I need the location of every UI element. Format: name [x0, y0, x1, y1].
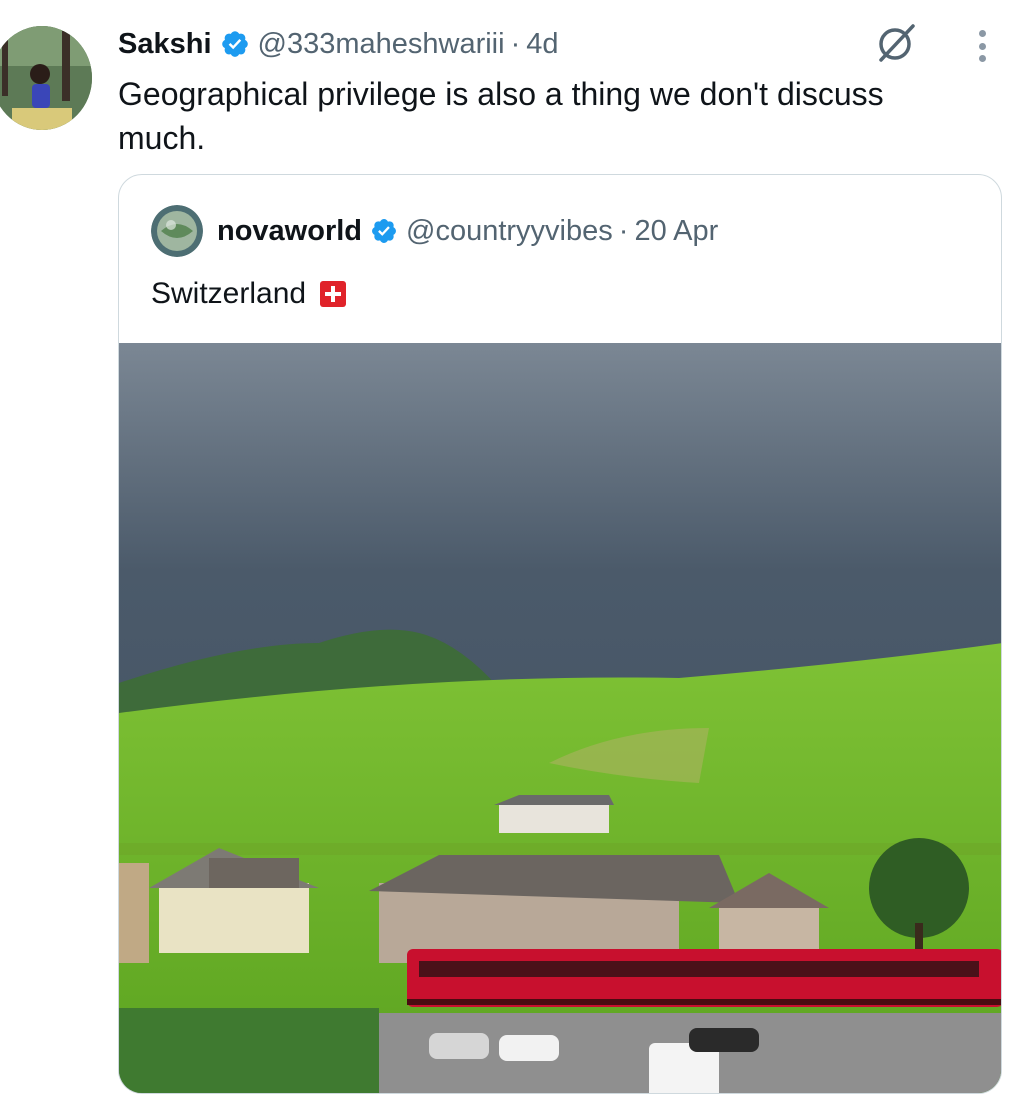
- quoted-timestamp[interactable]: 20 Apr: [634, 215, 718, 248]
- village-houses: [119, 848, 829, 963]
- author-handle[interactable]: @333maheshwariii: [258, 28, 505, 61]
- red-train: [407, 949, 1001, 1007]
- swiss-flag-icon: [320, 281, 347, 307]
- quoted-avatar[interactable]: [151, 205, 203, 257]
- quoted-text: Switzerland: [151, 277, 307, 310]
- tweet-timestamp[interactable]: 4d: [526, 28, 558, 61]
- quoted-author-handle[interactable]: @countryyvibes: [406, 215, 613, 248]
- quoted-text-row: Switzerland: [151, 277, 347, 311]
- tweet-text: Geographical privilege is also a thing w…: [118, 76, 884, 156]
- separator: ·: [510, 27, 521, 60]
- quoted-tweet[interactable]: novaworld @countryyvibes · 20 Apr Switze…: [118, 174, 1002, 1094]
- more-icon[interactable]: [972, 26, 992, 66]
- verified-badge-icon: [221, 31, 248, 57]
- author-name[interactable]: Sakshi: [118, 28, 212, 61]
- globe-avatar-image: [151, 205, 203, 257]
- author-avatar[interactable]: [0, 26, 92, 130]
- quoted-media-image[interactable]: [119, 343, 1001, 1093]
- quoted-header: novaworld @countryyvibes · 20 Apr: [151, 205, 718, 257]
- grok-icon[interactable]: [873, 20, 919, 66]
- quoted-author-name[interactable]: novaworld: [217, 215, 362, 248]
- quoted-verified-badge-icon: [372, 219, 396, 243]
- avatar-image: [0, 26, 92, 130]
- quoted-separator: ·: [618, 214, 629, 247]
- tweet-header: Sakshi @333maheshwariii · 4d: [118, 24, 559, 64]
- landscape-photo: [119, 343, 1001, 1093]
